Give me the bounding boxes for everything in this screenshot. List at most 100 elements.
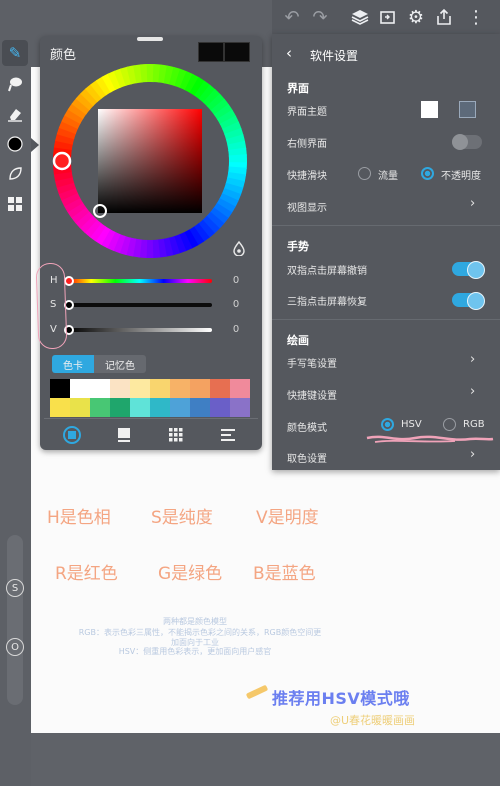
palette-grid: [50, 379, 250, 417]
hue-slider-knob[interactable]: [64, 276, 74, 286]
wheel-icon[interactable]: [61, 424, 83, 446]
palette-swatch[interactable]: [210, 398, 230, 417]
value-slider[interactable]: [67, 328, 212, 332]
hsv-annotation-circle: [35, 262, 68, 350]
palette-swatch[interactable]: [170, 379, 190, 398]
three-finger-label: 三指点击屏幕恢复: [287, 297, 367, 308]
smudge-icon[interactable]: [4, 73, 26, 95]
annotation-r: R是红色: [55, 564, 118, 584]
hue-slider[interactable]: [67, 279, 212, 283]
palette-swatch[interactable]: [50, 379, 70, 398]
flow-label: 流量: [378, 171, 398, 182]
rgb-option-label: RGB: [463, 419, 485, 430]
settings-header: ‹ 软件设置: [272, 44, 500, 68]
brush-size-slider[interactable]: [7, 535, 23, 705]
gear-icon[interactable]: ⚙: [404, 5, 428, 29]
color-wheel[interactable]: [52, 63, 248, 259]
underline-annotation: [366, 435, 494, 443]
shape-icon[interactable]: [4, 163, 26, 185]
radio-opacity[interactable]: [421, 167, 434, 180]
opacity-knob[interactable]: O: [6, 638, 24, 656]
hue-picker-knob[interactable]: [52, 151, 72, 171]
watermark: @U春花暖暖画画: [330, 714, 416, 727]
palette-swatch[interactable]: [170, 398, 190, 417]
more-icon[interactable]: ⋮: [464, 5, 488, 29]
tab-memory-colors[interactable]: 记忆色: [94, 355, 146, 373]
hsv-option-label: HSV: [401, 419, 422, 430]
primary-color-swatch[interactable]: [198, 42, 224, 62]
value-value[interactable]: 0: [228, 324, 244, 335]
palette-swatch[interactable]: [230, 398, 250, 417]
theme-light-option[interactable]: [421, 101, 438, 118]
palette-swatch[interactable]: [190, 398, 210, 417]
tab-swatches[interactable]: 色卡: [52, 355, 94, 373]
palette-swatch[interactable]: [190, 379, 210, 398]
import-icon[interactable]: [376, 5, 400, 29]
palette-swatch[interactable]: [150, 379, 170, 398]
list-icon[interactable]: [217, 424, 239, 446]
two-finger-toggle[interactable]: [452, 261, 485, 279]
undo-icon[interactable]: ↶: [280, 5, 304, 29]
opacity-option-label: 不透明度: [441, 171, 481, 182]
right-ui-toggle[interactable]: [452, 134, 482, 150]
three-finger-toggle[interactable]: [452, 292, 485, 310]
theme-label: 界面主题: [287, 107, 327, 118]
palette-swatch[interactable]: [130, 398, 150, 417]
palette-swatch[interactable]: [210, 379, 230, 398]
back-chevron-icon[interactable]: ‹: [286, 44, 292, 62]
palette-swatch[interactable]: [70, 379, 90, 398]
layers-icon[interactable]: [348, 5, 372, 29]
redo-icon[interactable]: ↷: [308, 5, 332, 29]
size-label: S: [11, 582, 19, 594]
brush-icon[interactable]: ✎: [4, 42, 26, 64]
gallery-icon[interactable]: [4, 193, 26, 215]
chevron-right-icon[interactable]: ›: [470, 352, 475, 367]
section-interface: 界面: [287, 82, 309, 95]
hue-value[interactable]: 0: [228, 275, 244, 286]
radio-flow[interactable]: [358, 167, 371, 180]
saturation-slider[interactable]: [67, 303, 212, 307]
secondary-color-swatch[interactable]: [224, 42, 250, 62]
annotation-h: H是色相: [47, 508, 111, 528]
two-finger-label: 双指点击屏幕撤销: [287, 266, 367, 277]
note-line-1: 两种都是颜色模型: [163, 617, 227, 626]
color-icon[interactable]: [4, 133, 26, 155]
shortcuts-label[interactable]: 快捷键设置: [287, 387, 337, 402]
stylus-label[interactable]: 手写笔设置: [287, 355, 337, 370]
palette-swatch[interactable]: [230, 379, 250, 398]
drag-handle[interactable]: [137, 37, 163, 41]
annotation-g: G是绿色: [158, 564, 223, 584]
saturation-value[interactable]: 0: [228, 299, 244, 310]
eraser-icon[interactable]: [4, 103, 26, 125]
share-icon[interactable]: [432, 5, 456, 29]
palette-swatch[interactable]: [90, 379, 110, 398]
section-gesture: 手势: [287, 240, 309, 253]
section-divider: [272, 225, 500, 226]
color-mode-label: 颜色模式: [287, 423, 327, 434]
size-knob[interactable]: S: [6, 579, 24, 597]
book-icon[interactable]: [113, 424, 135, 446]
palette-swatch[interactable]: [110, 379, 130, 398]
chevron-right-icon[interactable]: ›: [470, 447, 475, 462]
annotation-b: B是蓝色: [253, 564, 316, 584]
color-panel-title: 颜色: [50, 48, 77, 63]
opacity-label: O: [11, 641, 19, 653]
theme-dark-option[interactable]: [459, 101, 476, 118]
view-display-label[interactable]: 视图显示: [287, 199, 327, 214]
palette-swatch[interactable]: [110, 398, 130, 417]
eyedropper-icon[interactable]: [231, 240, 247, 257]
palette-swatch[interactable]: [130, 379, 150, 398]
annotation-s: S是纯度: [151, 508, 213, 528]
palette-swatch[interactable]: [90, 398, 110, 417]
quick-slider-label: 快捷滑块: [287, 171, 327, 182]
chevron-right-icon[interactable]: ›: [470, 196, 475, 211]
palette-swatch[interactable]: [70, 398, 90, 417]
palette-swatch[interactable]: [150, 398, 170, 417]
pick-color-label[interactable]: 取色设置: [287, 450, 327, 465]
panel-divider: [44, 418, 258, 419]
note-line-4: HSV：侧重用色彩表示，更加面向用户感官: [118, 647, 272, 656]
annotation-v: V是明度: [256, 508, 319, 528]
grid-icon[interactable]: [165, 424, 187, 446]
palette-swatch[interactable]: [50, 398, 70, 417]
chevron-right-icon[interactable]: ›: [470, 384, 475, 399]
